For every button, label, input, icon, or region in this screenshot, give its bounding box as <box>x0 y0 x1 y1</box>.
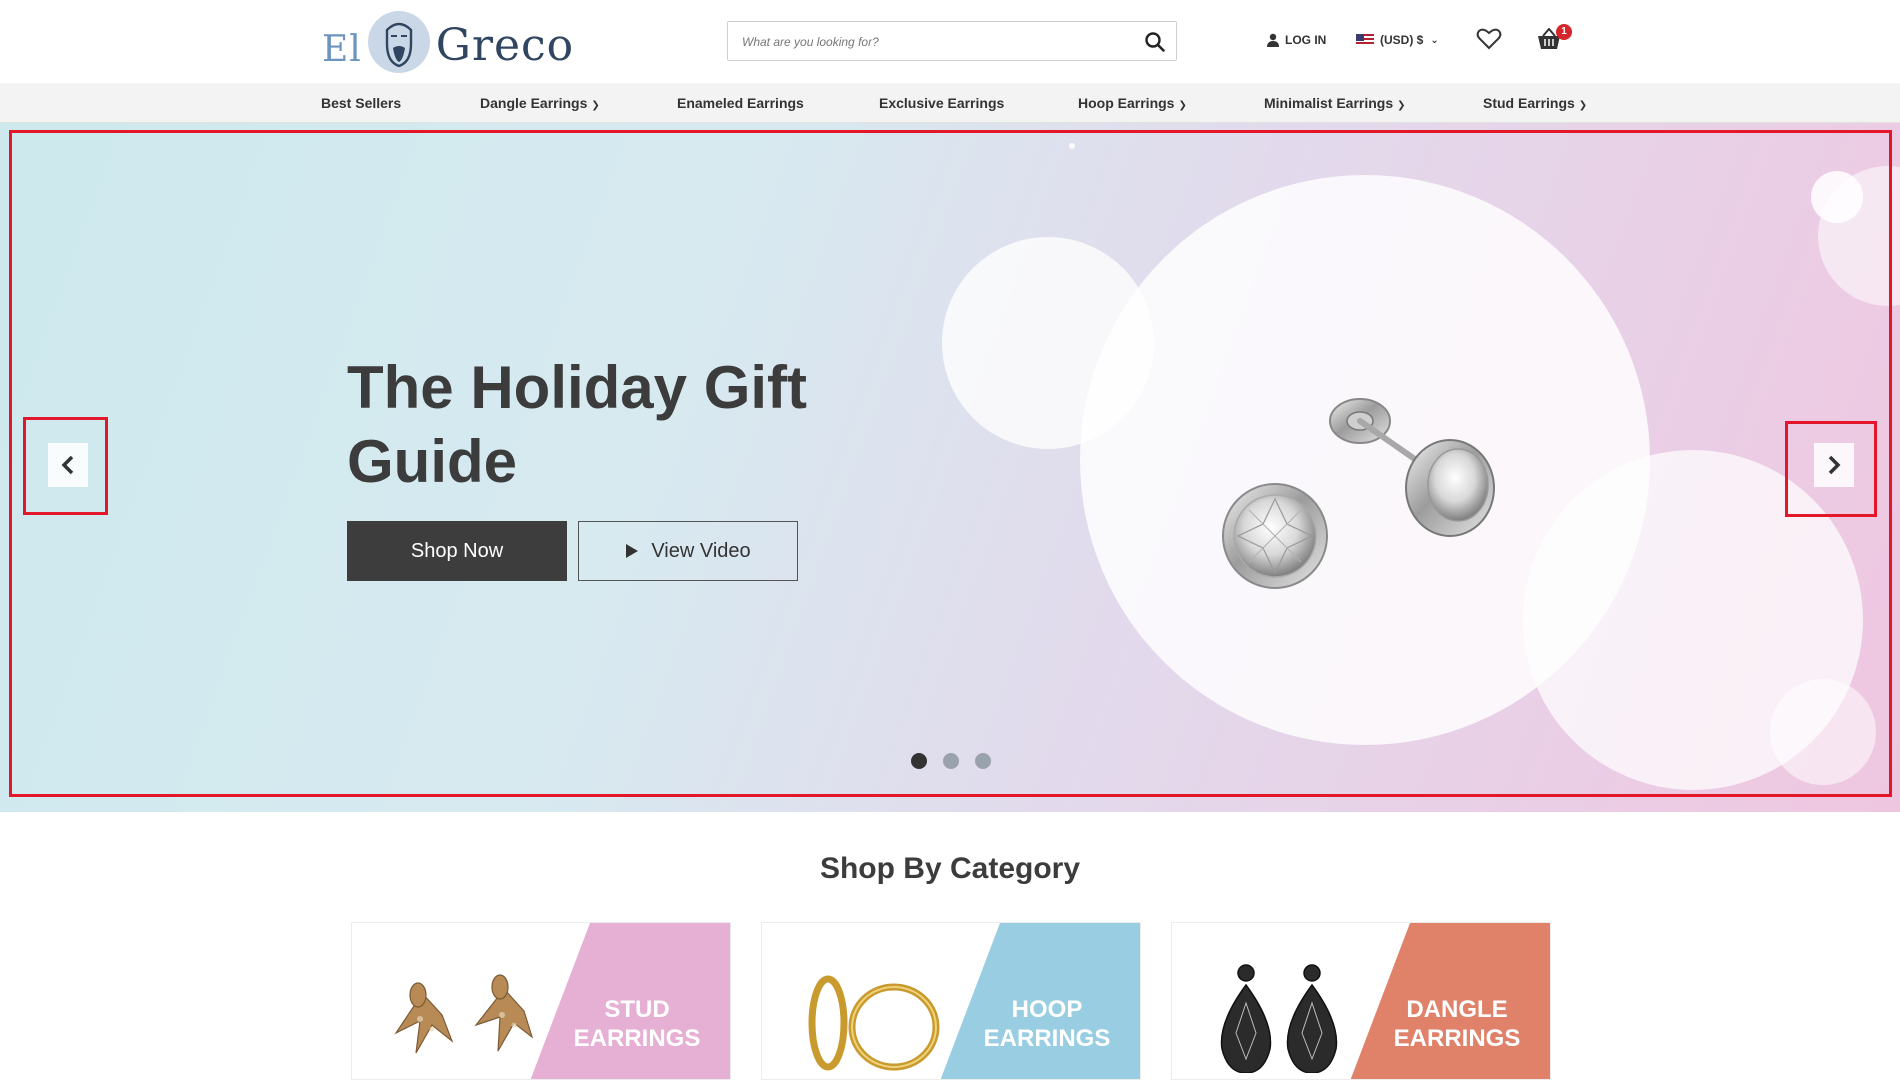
chevron-down-icon: ❯ <box>1397 100 1406 111</box>
chevron-down-icon: ❯ <box>591 100 600 111</box>
nav-item-hoop-earrings[interactable]: Hoop Earrings ❯ <box>1078 83 1187 123</box>
nav-item-stud-earrings[interactable]: Stud Earrings ❯ <box>1483 83 1587 123</box>
wishlist-heart-icon[interactable] <box>1476 27 1502 56</box>
dangle-earring-product-image <box>1220 964 1338 1073</box>
category-card-dangle[interactable]: DANGLE EARRINGS <box>1171 922 1551 1080</box>
brand-logo[interactable]: El Greco <box>322 10 574 74</box>
category-card-stud[interactable]: STUD EARRINGS <box>351 922 731 1080</box>
stud-earrings-image <box>1222 398 1495 589</box>
play-icon <box>626 544 639 558</box>
nav-item-label: Hoop Earrings <box>1078 95 1175 111</box>
nav-item-label: Dangle Earrings <box>480 95 588 111</box>
category-nav: Best Sellers Dangle Earrings ❯ Enameled E… <box>0 83 1900 123</box>
us-flag-icon <box>1356 34 1374 46</box>
slider-dot[interactable] <box>943 753 959 769</box>
currency-selector[interactable]: (USD) $ ⌄ <box>1356 28 1439 52</box>
category-label-line2: EARRINGS <box>983 1025 1111 1052</box>
decorative-bubble <box>942 237 1154 449</box>
hero-slider: The Holiday Gift Guide Shop Now View Vid… <box>0 123 1900 812</box>
cart-count-badge: 1 <box>1556 24 1572 40</box>
category-label-line1: STUD <box>604 996 670 1023</box>
nav-item-enameled-earrings[interactable]: Enameled Earrings <box>677 83 804 123</box>
bearded-face-icon <box>367 11 430 73</box>
view-video-button[interactable]: View Video <box>578 521 798 581</box>
nav-item-best-sellers[interactable]: Best Sellers <box>321 83 401 123</box>
category-card-hoop[interactable]: HOOP EARRINGS <box>761 922 1141 1080</box>
view-video-label: View Video <box>651 539 751 562</box>
section-title: Shop By Category <box>819 852 1081 885</box>
shop-now-button[interactable]: Shop Now <box>347 521 567 581</box>
slider-next-button[interactable] <box>1814 443 1854 487</box>
site-header: El Greco LOG IN (USD) $ ⌄ 1 <box>0 0 1900 83</box>
category-label: STUD EARRINGS <box>562 995 712 1053</box>
search-icon[interactable] <box>1144 31 1166 53</box>
category-label-line2: EARRINGS <box>1393 1025 1521 1052</box>
decorative-bubble <box>1770 679 1876 785</box>
user-icon <box>1267 33 1279 47</box>
chevron-down-icon: ❯ <box>1578 100 1588 111</box>
chevron-down-icon: ⌄ <box>1430 34 1439 46</box>
nav-item-label: Minimalist Earrings <box>1264 95 1394 111</box>
category-label: DANGLE EARRINGS <box>1382 995 1532 1053</box>
hero-title: The Holiday Gift Guide <box>347 354 808 495</box>
hoop-earring-product-image <box>808 975 940 1071</box>
stud-earring-product-image <box>394 974 534 1054</box>
nav-item-label: Exclusive Earrings <box>879 95 1005 111</box>
chevron-down-icon: ❯ <box>1178 100 1187 111</box>
nav-item-label: Best Sellers <box>321 95 402 111</box>
nav-item-minimalist-earrings[interactable]: Minimalist Earrings ❯ <box>1264 83 1406 123</box>
slider-prev-button[interactable] <box>48 443 88 487</box>
search-input[interactable] <box>742 32 1122 52</box>
nav-item-dangle-earrings[interactable]: Dangle Earrings ❯ <box>480 83 600 123</box>
category-label: HOOP EARRINGS <box>972 995 1122 1053</box>
decorative-bubble <box>1811 171 1863 223</box>
chevron-right-icon <box>1828 455 1841 475</box>
brand-word-greco: Greco <box>435 19 575 71</box>
slider-pagination <box>911 753 991 769</box>
decorative-sparkle <box>1069 143 1075 149</box>
nav-item-label: Stud Earrings <box>1483 95 1575 111</box>
category-label-line1: DANGLE <box>1406 996 1508 1023</box>
chevron-left-icon <box>61 455 74 475</box>
slider-dot[interactable] <box>911 753 927 769</box>
login-label: LOG IN <box>1285 33 1327 47</box>
nav-item-label: Enameled Earrings <box>677 95 804 111</box>
category-label-line1: HOOP <box>1011 996 1083 1023</box>
brand-word-el: El <box>322 28 362 70</box>
login-link[interactable]: LOG IN <box>1266 28 1326 52</box>
slider-dot[interactable] <box>975 753 991 769</box>
nav-item-exclusive-earrings[interactable]: Exclusive Earrings <box>879 83 1004 123</box>
category-label-line2: EARRINGS <box>573 1025 701 1052</box>
search-box <box>727 21 1177 61</box>
currency-label: (USD) $ <box>1380 33 1424 47</box>
